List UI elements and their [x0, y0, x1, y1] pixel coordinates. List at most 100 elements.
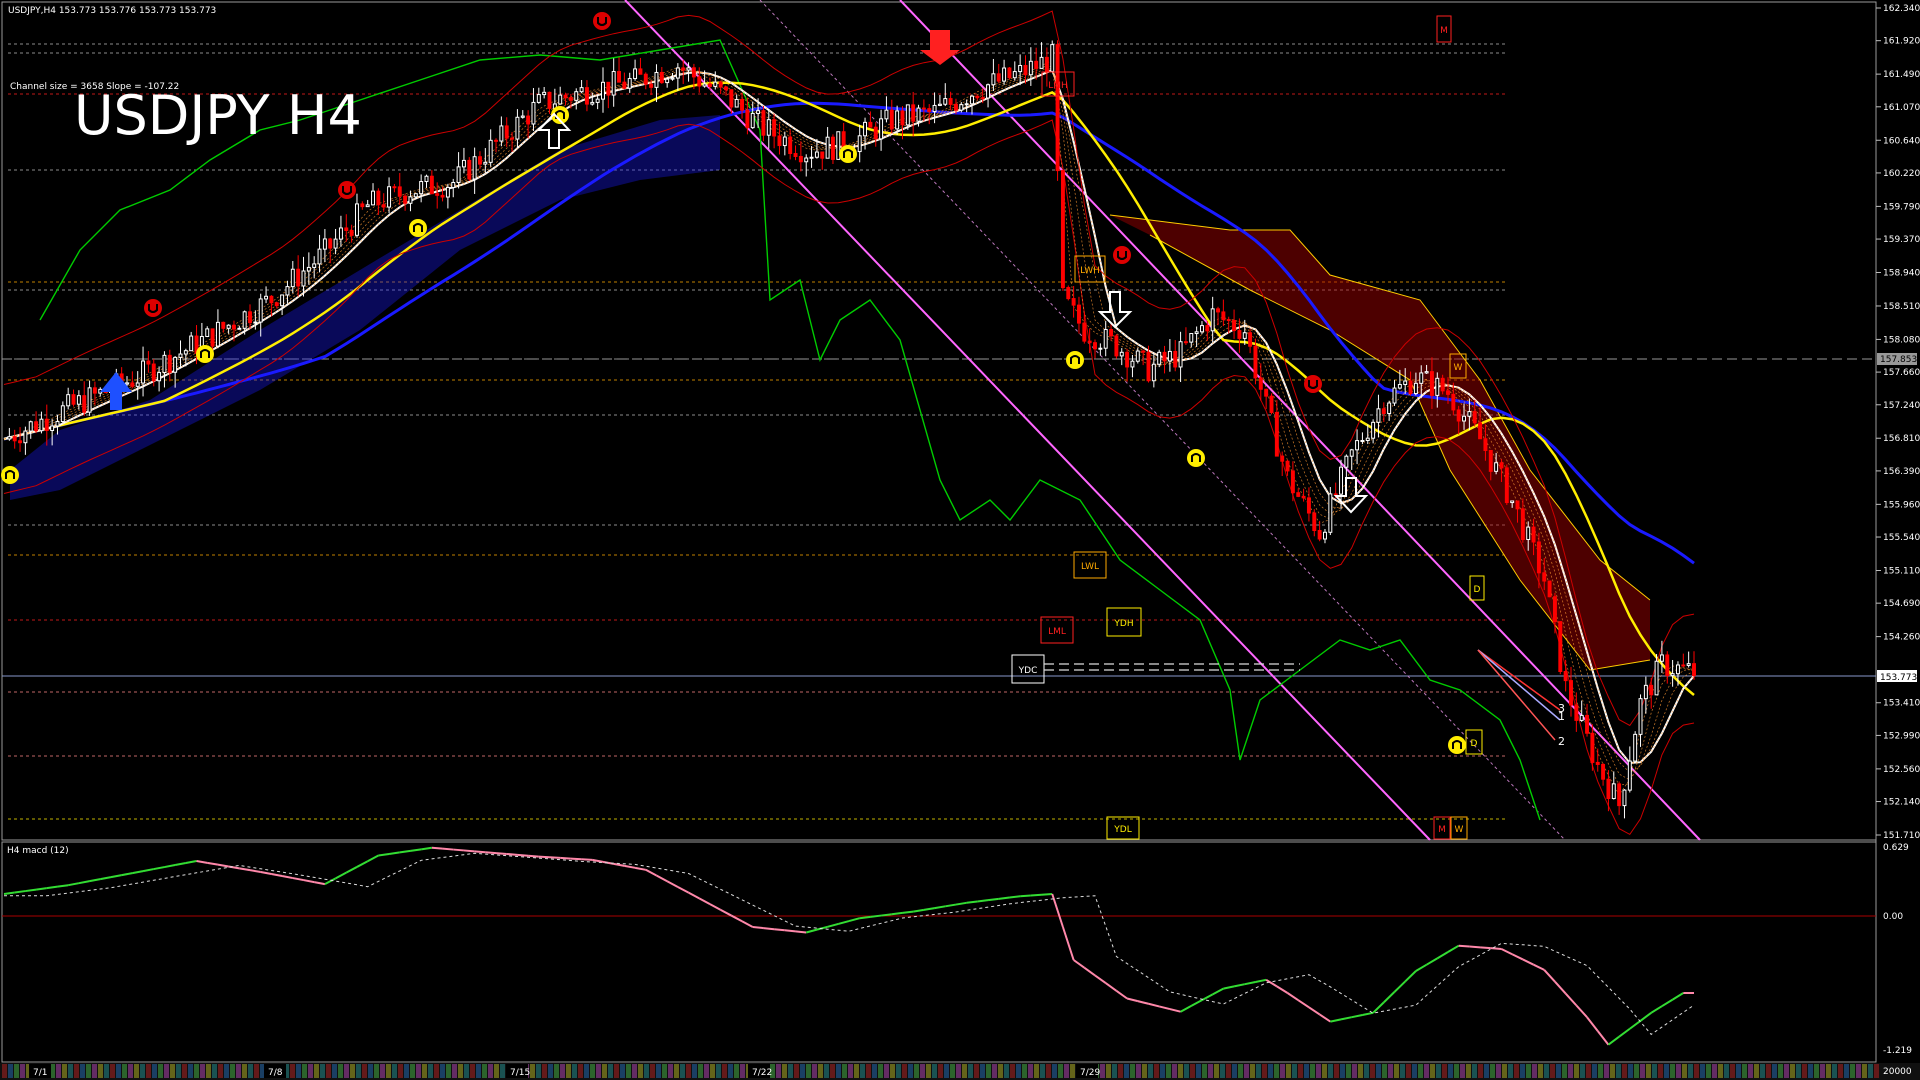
- time-strip-cell: [476, 1064, 481, 1078]
- candle-body: [788, 136, 793, 155]
- candle-body: [1451, 393, 1456, 411]
- candle-body: [1371, 421, 1376, 439]
- time-strip-cell: [896, 1064, 901, 1078]
- candle-body: [387, 186, 392, 208]
- time-strip-cell: [1340, 1064, 1345, 1078]
- time-strip-cell: [1724, 1064, 1729, 1078]
- candle-body: [1264, 388, 1269, 397]
- candle-body: [76, 395, 81, 405]
- m-top-label: M: [1440, 26, 1448, 36]
- buy-signal-icon: [1448, 736, 1466, 754]
- candle-body: [691, 67, 696, 78]
- time-strip-cell: [578, 1064, 583, 1078]
- lmh-label: LMH: [1048, 81, 1068, 91]
- time-strip-cell: [650, 1064, 655, 1078]
- candle-body: [574, 91, 579, 101]
- time-strip-cell: [548, 1064, 553, 1078]
- candle-body: [1007, 67, 1012, 79]
- time-strip-cell: [800, 1064, 805, 1078]
- time-strip-cell: [590, 1064, 595, 1078]
- candle-body: [1071, 298, 1076, 306]
- time-strip-cell: [1226, 1064, 1231, 1078]
- candle-body: [633, 68, 638, 80]
- candle-body: [627, 78, 632, 89]
- macd-segment: [977, 899, 989, 903]
- time-strip-cell: [980, 1064, 985, 1078]
- time-strip-cell: [1010, 1064, 1015, 1078]
- candle-body: [456, 166, 461, 183]
- y-tick-label: 155.960: [1883, 500, 1920, 510]
- candle-body: [1205, 325, 1210, 332]
- candle-body: [1435, 377, 1440, 396]
- candle-body: [205, 328, 210, 337]
- candle-body: [392, 186, 397, 189]
- time-strip-cell: [1220, 1064, 1225, 1078]
- lml-label: LML: [1048, 627, 1066, 637]
- candle-body: [729, 89, 734, 108]
- macd-segment: [538, 855, 550, 859]
- time-strip-cell: [692, 1064, 697, 1078]
- candle-body: [1339, 466, 1343, 495]
- time-strip-cell: [1328, 1064, 1333, 1078]
- candle-body: [1387, 402, 1392, 415]
- time-strip-cell: [1418, 1064, 1423, 1078]
- time-strip-cell: [1166, 1064, 1171, 1078]
- candle-body: [130, 382, 135, 387]
- time-strip-cell: [950, 1064, 955, 1078]
- time-strip-cell: [1334, 1064, 1339, 1078]
- time-strip-cell: [1874, 1064, 1879, 1078]
- candle-body: [1130, 360, 1135, 368]
- candle-body: [504, 125, 509, 139]
- candle-body: [830, 136, 835, 160]
- time-strip-cell: [674, 1064, 679, 1078]
- time-strip-cell: [1766, 1064, 1771, 1078]
- candle-body: [1585, 714, 1590, 734]
- time-strip-cell: [434, 1064, 439, 1078]
- time-strip-cell: [1832, 1064, 1837, 1078]
- time-strip-cell: [164, 1064, 169, 1078]
- candle-body: [1494, 462, 1499, 472]
- time-strip-cell: [938, 1064, 943, 1078]
- macd-segment: [784, 929, 796, 933]
- y-tick-label: 152.140: [1883, 798, 1920, 808]
- candle-body: [1146, 351, 1151, 382]
- time-strip-cell: [1442, 1064, 1447, 1078]
- candle-body: [911, 104, 916, 122]
- time-strip-cell: [1730, 1064, 1735, 1078]
- candle-body: [740, 98, 745, 111]
- buy-signal-icon: [409, 219, 427, 237]
- time-strip-cell: [1172, 1064, 1177, 1078]
- time-strip-cell: [1844, 1064, 1849, 1078]
- candle-body: [1114, 335, 1119, 357]
- time-strip-cell: [926, 1064, 931, 1078]
- time-strip-cell: [308, 1064, 313, 1078]
- time-strip-cell: [392, 1064, 397, 1078]
- candle-body: [146, 360, 151, 365]
- time-strip-cell: [956, 1064, 961, 1078]
- candle-body: [820, 151, 825, 159]
- time-strip-cell: [470, 1064, 475, 1078]
- macd-segment: [1458, 944, 1470, 948]
- y-tick-label: 159.790: [1883, 202, 1920, 212]
- current-price-label: 153.773: [1880, 673, 1917, 683]
- macd-segment: [549, 856, 561, 859]
- candle-body: [1665, 654, 1670, 677]
- candle-body: [167, 354, 172, 373]
- y-tick-label: 161.920: [1883, 37, 1920, 47]
- time-strip-cell: [92, 1064, 97, 1078]
- time-strip-cell: [1244, 1064, 1249, 1078]
- time-strip-cell: [842, 1064, 847, 1078]
- time-strip-cell: [1448, 1064, 1453, 1078]
- time-strip-cell: [986, 1064, 991, 1078]
- candle-body: [1167, 350, 1172, 362]
- time-strip-cell: [1124, 1064, 1129, 1078]
- time-strip-cell: [944, 1064, 949, 1078]
- candle-body: [606, 81, 611, 96]
- time-strip-cell: [890, 1064, 895, 1078]
- macd-segment: [1009, 895, 1021, 899]
- candle-body: [622, 81, 627, 89]
- time-strip-cell: [1574, 1064, 1579, 1078]
- candle-body: [1392, 387, 1397, 404]
- candle-body: [461, 159, 466, 168]
- candle-body: [793, 153, 798, 157]
